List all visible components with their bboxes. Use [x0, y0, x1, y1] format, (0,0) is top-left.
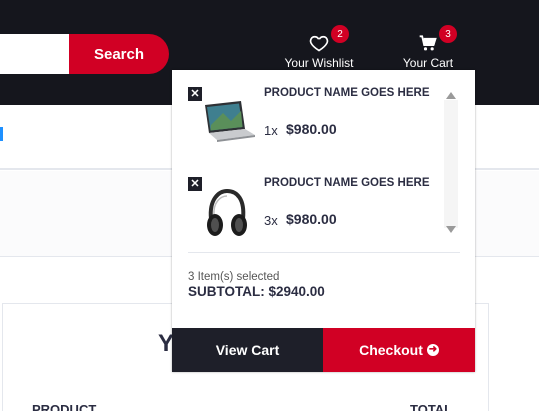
nav-active-marker [0, 127, 3, 141]
wishlist-label: Your Wishlist [284, 56, 354, 70]
cart-summary: 3 Item(s) selected SUBTOTAL: $2940.00 [188, 252, 460, 299]
total-column-header: TOTAL [410, 402, 453, 411]
view-cart-button[interactable]: View Cart [172, 328, 323, 372]
scroll-down-arrow-icon[interactable] [446, 226, 456, 233]
cart-item: ✕ PRODUCT NAME GOES HERE 1x $980.00 [188, 87, 443, 167]
laptop-icon [205, 101, 255, 142]
cart-count-badge: 3 [439, 25, 457, 43]
product-name[interactable]: PRODUCT NAME GOES HERE [264, 87, 434, 100]
cart-icon [419, 35, 437, 51]
search-button[interactable]: Search [69, 34, 169, 74]
scroll-up-arrow-icon[interactable] [446, 92, 456, 99]
product-price: $980.00 [286, 211, 337, 227]
product-price: $980.00 [286, 121, 337, 137]
cart-item-list[interactable]: ✕ PRODUCT NAME GOES HERE 1x $980.00 ✕ PR… [172, 70, 475, 250]
product-quantity: 1x [264, 123, 278, 138]
search-input[interactable] [0, 34, 70, 74]
cart-dropdown: ✕ PRODUCT NAME GOES HERE 1x $980.00 ✕ PR… [172, 70, 475, 372]
items-selected-count: 3 Item(s) selected [188, 271, 280, 283]
cart-subtotal: SUBTOTAL: $2940.00 [188, 284, 325, 299]
cart-item: ✕ PRODUCT NAME GOES HERE 3x $980.00 [188, 177, 443, 257]
heart-icon [309, 35, 329, 52]
scrollbar-track[interactable] [444, 100, 458, 228]
cart-link[interactable]: 3 Your Cart [383, 25, 473, 70]
product-quantity: 3x [264, 213, 278, 228]
product-name[interactable]: PRODUCT NAME GOES HERE [264, 177, 434, 190]
checkout-label: Checkout [359, 342, 423, 358]
cart-actions: View Cart Checkout ➜ [172, 328, 475, 372]
arrow-circle-right-icon: ➜ [426, 344, 439, 356]
wishlist-link[interactable]: 2 Your Wishlist [274, 25, 364, 70]
wishlist-count-badge: 2 [331, 25, 349, 43]
headphones-icon [207, 188, 247, 236]
product-column-header: PRODUCT [32, 402, 97, 411]
cart-label: Your Cart [402, 56, 454, 70]
checkout-button[interactable]: Checkout ➜ [323, 328, 475, 372]
